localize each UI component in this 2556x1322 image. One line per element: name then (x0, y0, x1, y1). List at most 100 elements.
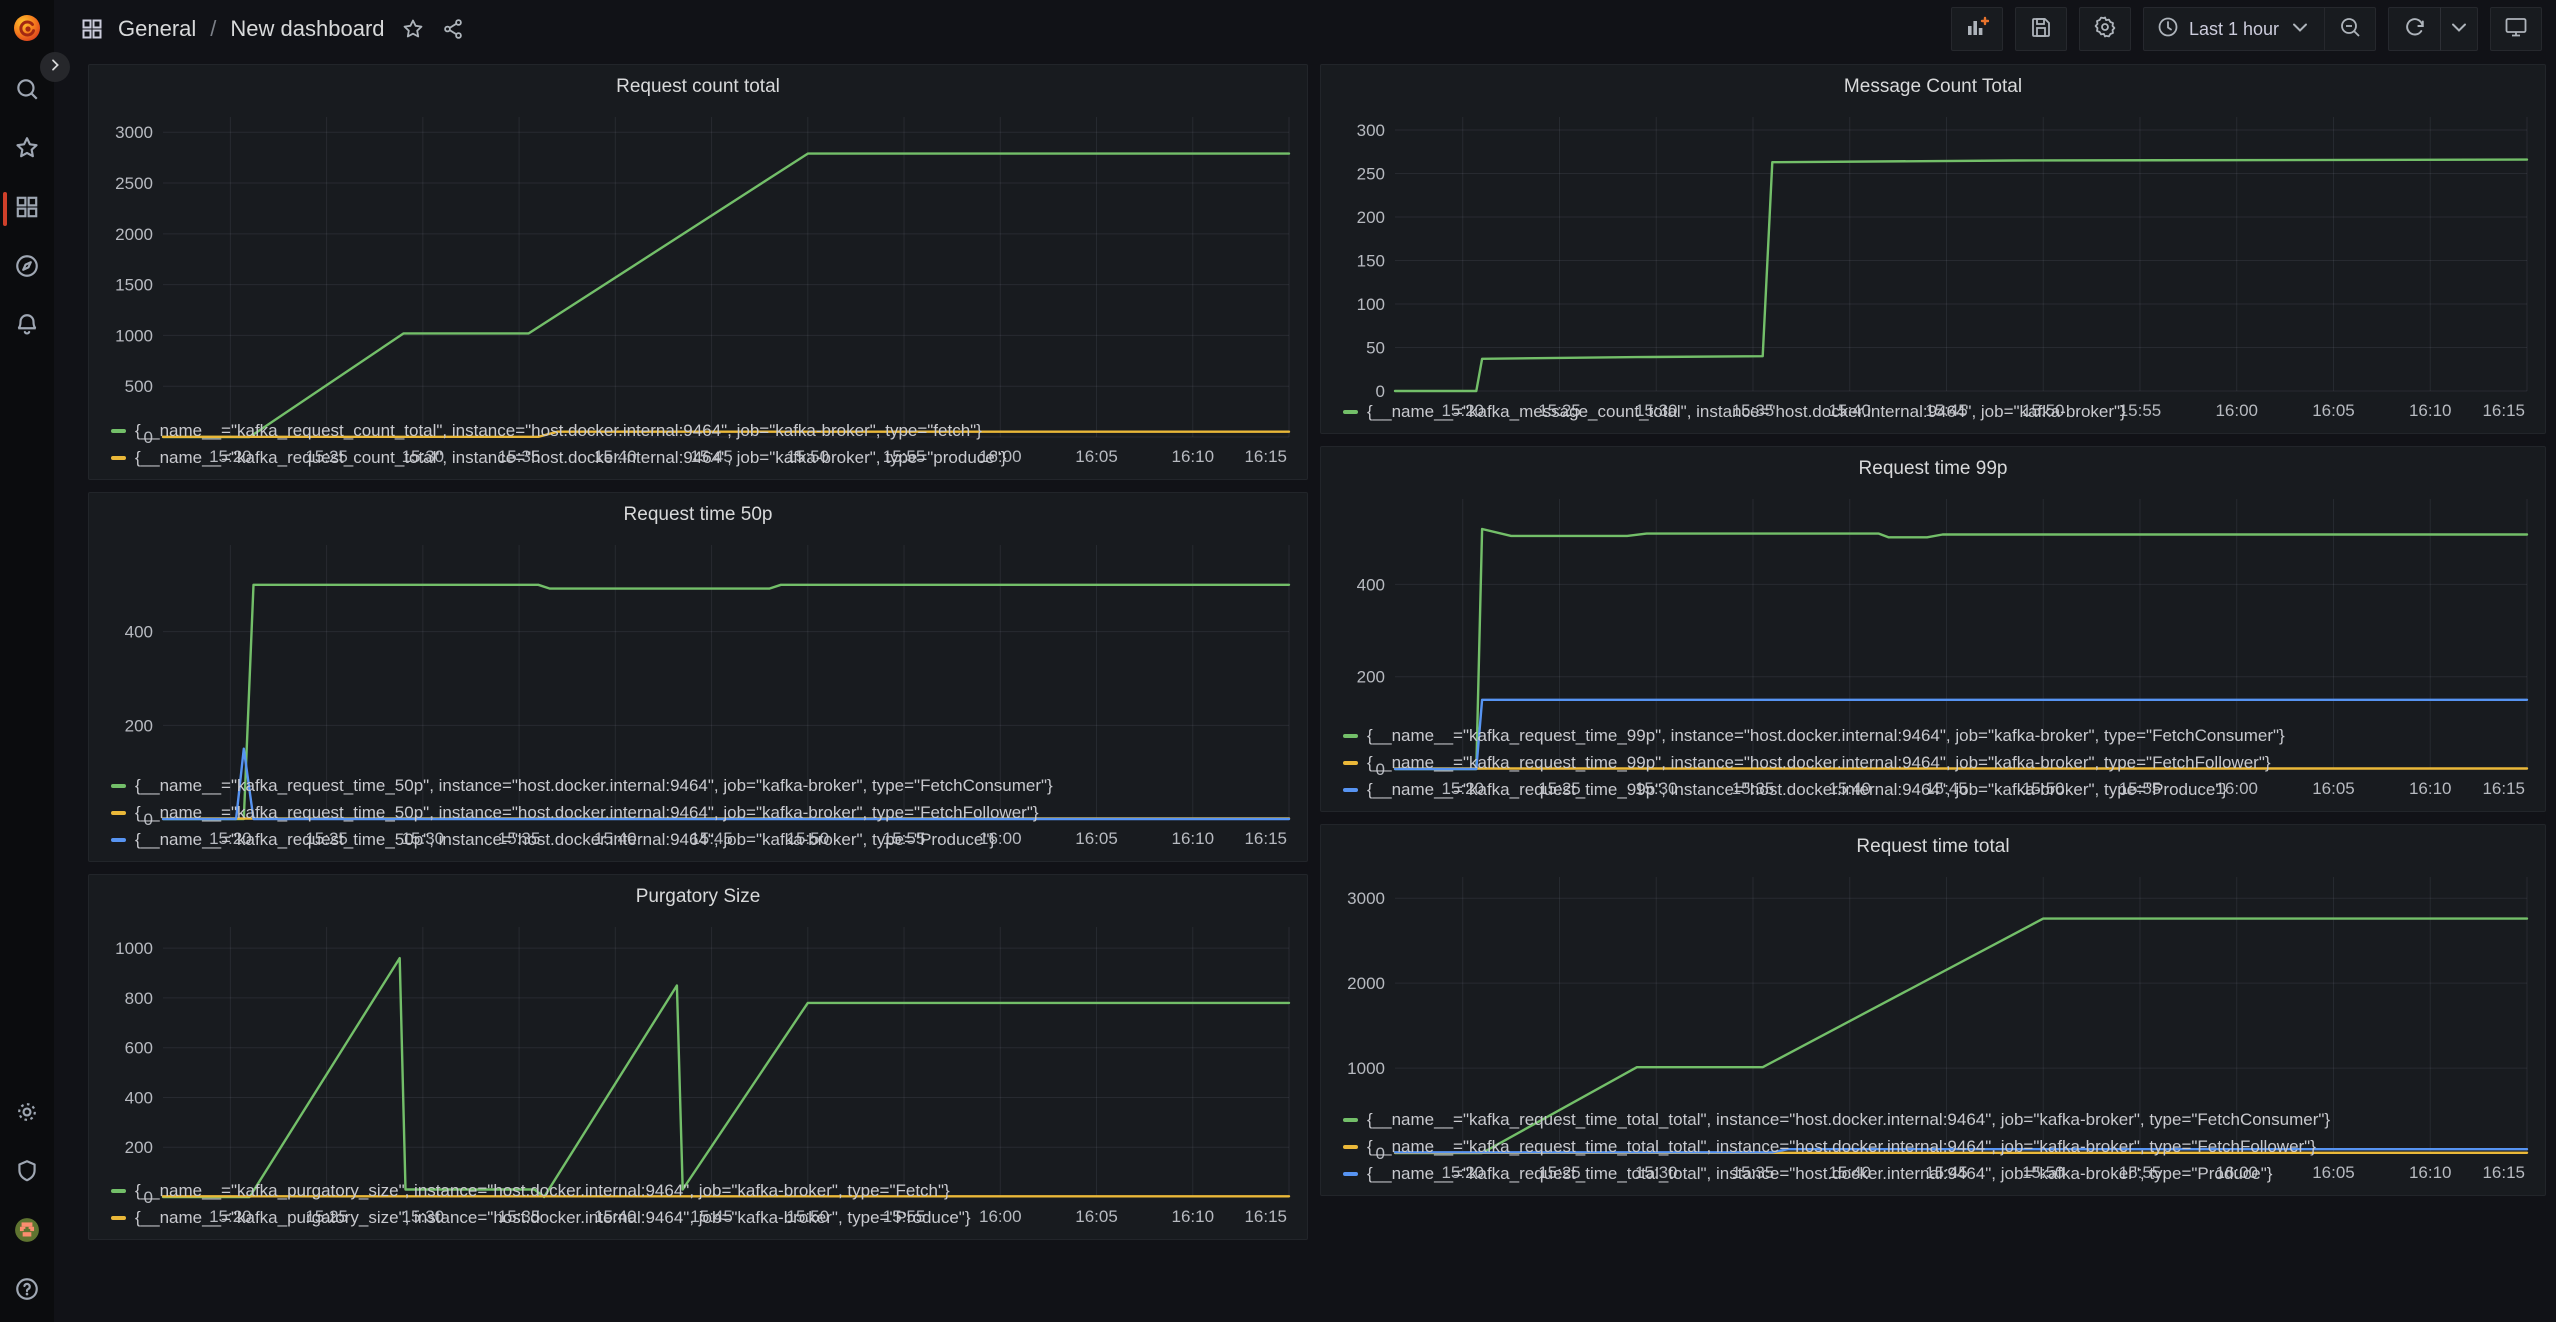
y-axis-tick-label: 2500 (115, 174, 153, 193)
server-admin-shield-icon (14, 1158, 40, 1189)
legend-item[interactable]: {__name__="kafka_request_time_total_tota… (1343, 1106, 2535, 1133)
sidebar-item-favorites[interactable] (0, 137, 54, 163)
favorite-star-icon[interactable] (401, 17, 425, 41)
sidebar-item-explore[interactable] (0, 255, 54, 281)
zoom-out-button[interactable] (2324, 7, 2376, 51)
series-color-swatch (111, 1189, 126, 1193)
help-icon (14, 1276, 40, 1307)
sidebar-item-search[interactable] (0, 78, 54, 104)
y-axis-tick-label: 2000 (1347, 974, 1385, 993)
time-range-picker[interactable]: Last 1 hour (2143, 7, 2324, 51)
legend-label: {__name__="kafka_request_time_50p", inst… (135, 776, 1053, 796)
legend: {__name__="kafka_request_count_total", i… (99, 415, 1297, 471)
time-series-chart[interactable]: 15:2015:2515:3015:3515:4015:4515:5015:55… (1331, 103, 2535, 396)
sidebar-item-configuration[interactable] (0, 1101, 54, 1127)
panel-title[interactable]: Purgatory Size (99, 881, 1297, 913)
legend-item[interactable]: {__name__="kafka_request_time_99p", inst… (1343, 749, 2535, 776)
legend-item[interactable]: {__name__="kafka_request_time_total_tota… (1343, 1133, 2535, 1160)
sidebar-item-help[interactable] (0, 1278, 54, 1304)
time-series-chart[interactable]: 15:2015:2515:3015:3515:4015:4515:5015:55… (99, 103, 1297, 415)
panel-request-time-total: Request time total 15:2015:2515:3015:351… (1320, 824, 2546, 1196)
legend-label: {__name__="kafka_request_count_total", i… (135, 421, 982, 441)
time-series-chart[interactable]: 15:2015:2515:3015:3515:4015:4515:5015:55… (99, 531, 1297, 770)
breadcrumb-dashboard-title[interactable]: New dashboard (230, 16, 384, 42)
sidebar-item-server-admin[interactable] (0, 1160, 54, 1186)
legend-label: {__name__="kafka_request_count_total", i… (135, 448, 1006, 468)
panel-title[interactable]: Message Count Total (1331, 71, 2535, 103)
sidebar-item-dashboards[interactable] (0, 196, 54, 222)
legend-item[interactable]: {__name__="kafka_request_time_50p", inst… (111, 799, 1297, 826)
legend-item[interactable]: {__name__="kafka_request_time_99p", inst… (1343, 722, 2535, 749)
series-color-swatch (111, 784, 126, 788)
breadcrumb-folder[interactable]: General (118, 16, 196, 42)
y-axis-tick-label: 500 (125, 377, 153, 396)
y-axis-tick-label: 200 (1357, 668, 1385, 687)
time-series-chart[interactable]: 15:2015:2515:3015:3515:4015:4515:5015:55… (99, 913, 1297, 1175)
series-line (1395, 160, 2527, 391)
refresh-interval-button[interactable] (2440, 7, 2478, 51)
legend-item[interactable]: {__name__="kafka_purgatory_size", instan… (111, 1204, 1297, 1231)
legend-item[interactable]: {__name__="kafka_purgatory_size", instan… (111, 1177, 1297, 1204)
legend-item[interactable]: {__name__="kafka_message_count_total", i… (1343, 398, 2535, 425)
sidebar-expand-button[interactable] (40, 52, 70, 82)
legend: {__name__="kafka_purgatory_size", instan… (99, 1175, 1297, 1231)
series-color-swatch (1343, 788, 1358, 792)
apps-grid-icon (80, 17, 104, 41)
series-color-swatch (111, 456, 126, 460)
y-axis-tick-label: 3000 (1347, 889, 1385, 908)
user-avatar (14, 1217, 40, 1248)
panel-title[interactable]: Request time total (1331, 831, 2535, 863)
time-range-label: Last 1 hour (2189, 19, 2279, 40)
sidebar-item-alerting[interactable] (0, 314, 54, 340)
legend-item[interactable]: {__name__="kafka_request_time_total_tota… (1343, 1160, 2535, 1187)
series-color-swatch (1343, 734, 1358, 738)
time-series-chart[interactable]: 15:2015:2515:3015:3515:4015:4515:5015:55… (1331, 485, 2535, 720)
legend-item[interactable]: {__name__="kafka_request_time_50p", inst… (111, 826, 1297, 853)
dashboard-settings-button[interactable] (2079, 7, 2131, 51)
panel-title[interactable]: Request count total (99, 71, 1297, 103)
legend-label: {__name__="kafka_request_time_99p", inst… (1367, 726, 2285, 746)
refresh-button[interactable] (2388, 7, 2440, 51)
legend: {__name__="kafka_message_count_total", i… (1331, 396, 2535, 425)
y-axis-tick-label: 200 (125, 1138, 153, 1157)
y-axis-tick-label: 400 (125, 623, 153, 642)
panel-request-count-total: Request count total 15:2015:2515:3015:35… (88, 64, 1308, 480)
y-axis-tick-label: 600 (125, 1039, 153, 1058)
legend-item[interactable]: {__name__="kafka_request_count_total", i… (111, 444, 1297, 471)
grafana-logo[interactable] (11, 12, 43, 44)
refresh-interval-caret-icon (2447, 15, 2471, 44)
kiosk-mode-button[interactable] (2490, 7, 2542, 51)
time-series-chart[interactable]: 15:2015:2515:3015:3515:4015:4515:5015:55… (1331, 863, 2535, 1104)
series-line (163, 958, 1289, 1197)
configuration-gear-icon (14, 1099, 40, 1130)
save-dashboard-button[interactable] (2015, 7, 2067, 51)
sidebar-bottom-group (0, 1101, 54, 1304)
panel-title[interactable]: Request time 99p (1331, 453, 2535, 485)
sidebar-item-user-profile[interactable] (0, 1219, 54, 1245)
sidebar (0, 0, 54, 1322)
legend-label: {__name__="kafka_request_time_99p", inst… (1367, 753, 2271, 773)
y-axis-tick-label: 2000 (115, 225, 153, 244)
legend-label: {__name__="kafka_purgatory_size", instan… (135, 1181, 950, 1201)
series-line (163, 154, 1289, 437)
legend-item[interactable]: {__name__="kafka_request_count_total", i… (111, 417, 1297, 444)
toolbar-actions: Last 1 hour (1951, 7, 2542, 51)
legend-item[interactable]: {__name__="kafka_request_time_99p", inst… (1343, 776, 2535, 803)
legend: {__name__="kafka_request_time_50p", inst… (99, 770, 1297, 853)
panel-message-count-total: Message Count Total 15:2015:2515:3015:35… (1320, 64, 2546, 434)
kiosk-tv-icon (2504, 15, 2528, 44)
legend-item[interactable]: {__name__="kafka_request_time_50p", inst… (111, 772, 1297, 799)
panel-title[interactable]: Request time 50p (99, 499, 1297, 531)
add-panel-button[interactable] (1951, 7, 2003, 51)
series-color-swatch (111, 838, 126, 842)
legend-label: {__name__="kafka_request_time_50p", inst… (135, 830, 995, 850)
chevron-right-icon (47, 57, 63, 78)
breadcrumb: General / New dashboard (80, 16, 465, 42)
y-axis-tick-label: 100 (1357, 295, 1385, 314)
legend-label: {__name__="kafka_request_time_99p", inst… (1367, 780, 2227, 800)
share-icon[interactable] (441, 17, 465, 41)
y-axis-tick-label: 1000 (115, 939, 153, 958)
time-picker-group: Last 1 hour (2143, 7, 2376, 51)
legend-label: {__name__="kafka_request_time_total_tota… (1367, 1164, 2272, 1184)
dashboard-settings-icon (2093, 15, 2117, 44)
